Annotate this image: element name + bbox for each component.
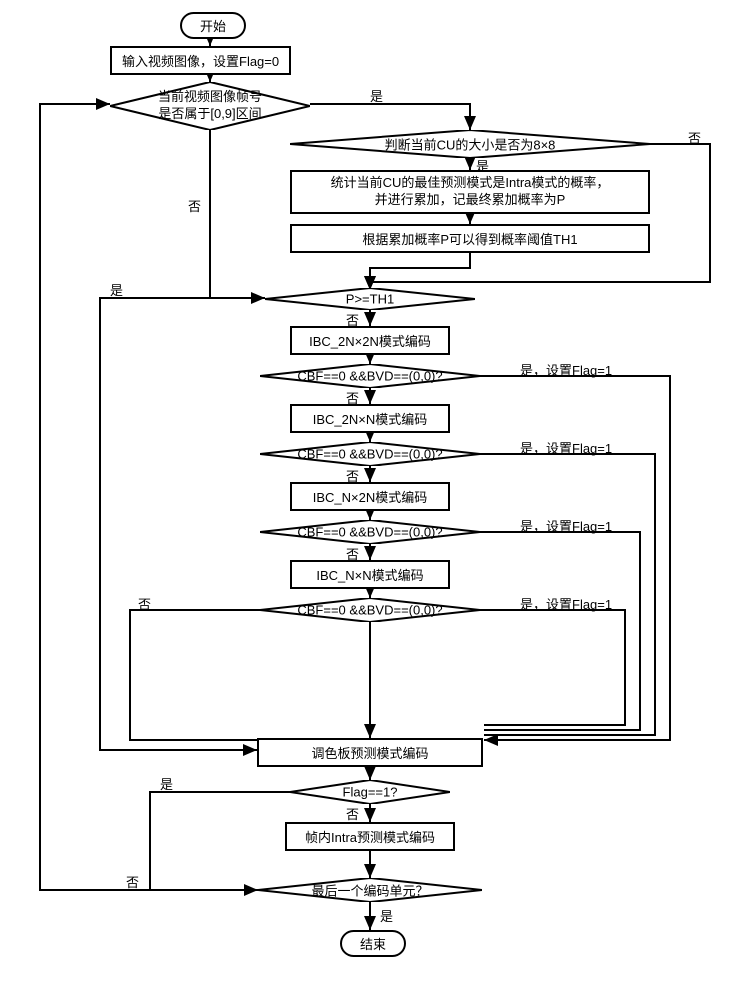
- threshold-process: 根据累加概率P可以得到概率阈值TH1: [290, 224, 650, 253]
- flag-check-label: Flag==1?: [343, 785, 398, 800]
- cbf4-label: CBF==0 &&BVD==(0,0)?: [297, 603, 442, 618]
- ibc-2n2n-process: IBC_2N×2N模式编码: [290, 326, 450, 355]
- p-check-yes-label: 是: [110, 280, 123, 299]
- cbf3-yes-label: 是，设置Flag=1: [520, 516, 612, 535]
- count-prob-process: 统计当前CU的最佳预测模式是Intra模式的概率， 并进行累加，记最终累加概率为…: [290, 170, 650, 214]
- cbf4-no-label: 否: [138, 594, 151, 613]
- frame-check-label: 当前视频图像帧号 是否属于[0,9]区间: [158, 89, 262, 123]
- cbf4-yes-label: 是，设置Flag=1: [520, 594, 612, 613]
- cu-size-no-label: 否: [688, 128, 701, 147]
- input-label: 输入视频图像，设置Flag=0: [122, 54, 279, 69]
- cbf2-label: CBF==0 &&BVD==(0,0)?: [297, 447, 442, 462]
- cbf2-yes-label: 是，设置Flag=1: [520, 438, 612, 457]
- frame-check-yes-label: 是: [370, 86, 383, 105]
- start-label: 开始: [200, 19, 226, 34]
- flowchart-container: 开始 输入视频图像，设置Flag=0 当前视频图像帧号 是否属于[0,9]区间 …: [10, 10, 732, 990]
- start-terminal: 开始: [180, 12, 246, 39]
- flag-yes-label: 是: [160, 774, 173, 793]
- last-cu-label: 最后一个编码单元？: [311, 881, 428, 900]
- p-check-label: P>=TH1: [346, 292, 394, 307]
- cbf1-yes-label: 是，设置Flag=1: [520, 360, 612, 379]
- cbf3-label: CBF==0 &&BVD==(0,0)?: [297, 525, 442, 540]
- intra-process: 帧内Intra预测模式编码: [285, 822, 455, 851]
- ibc-2nn-process: IBC_2N×N模式编码: [290, 404, 450, 433]
- cu-size-label: 判断当前CU的大小是否为8×8: [385, 135, 556, 154]
- ibc-nn-process: IBC_N×N模式编码: [290, 560, 450, 589]
- ibc-n2n-process: IBC_N×2N模式编码: [290, 482, 450, 511]
- last-cu-no-label: 否: [126, 872, 139, 891]
- frame-check-no-label: 否: [188, 196, 201, 215]
- end-terminal: 结束: [340, 930, 406, 957]
- end-label: 结束: [360, 937, 386, 952]
- input-process: 输入视频图像，设置Flag=0: [110, 46, 291, 75]
- flag-no-label: 否: [346, 804, 359, 823]
- last-cu-yes-label: 是: [380, 906, 393, 925]
- palette-process: 调色板预测模式编码: [257, 738, 483, 767]
- cbf1-label: CBF==0 &&BVD==(0,0)?: [297, 369, 442, 384]
